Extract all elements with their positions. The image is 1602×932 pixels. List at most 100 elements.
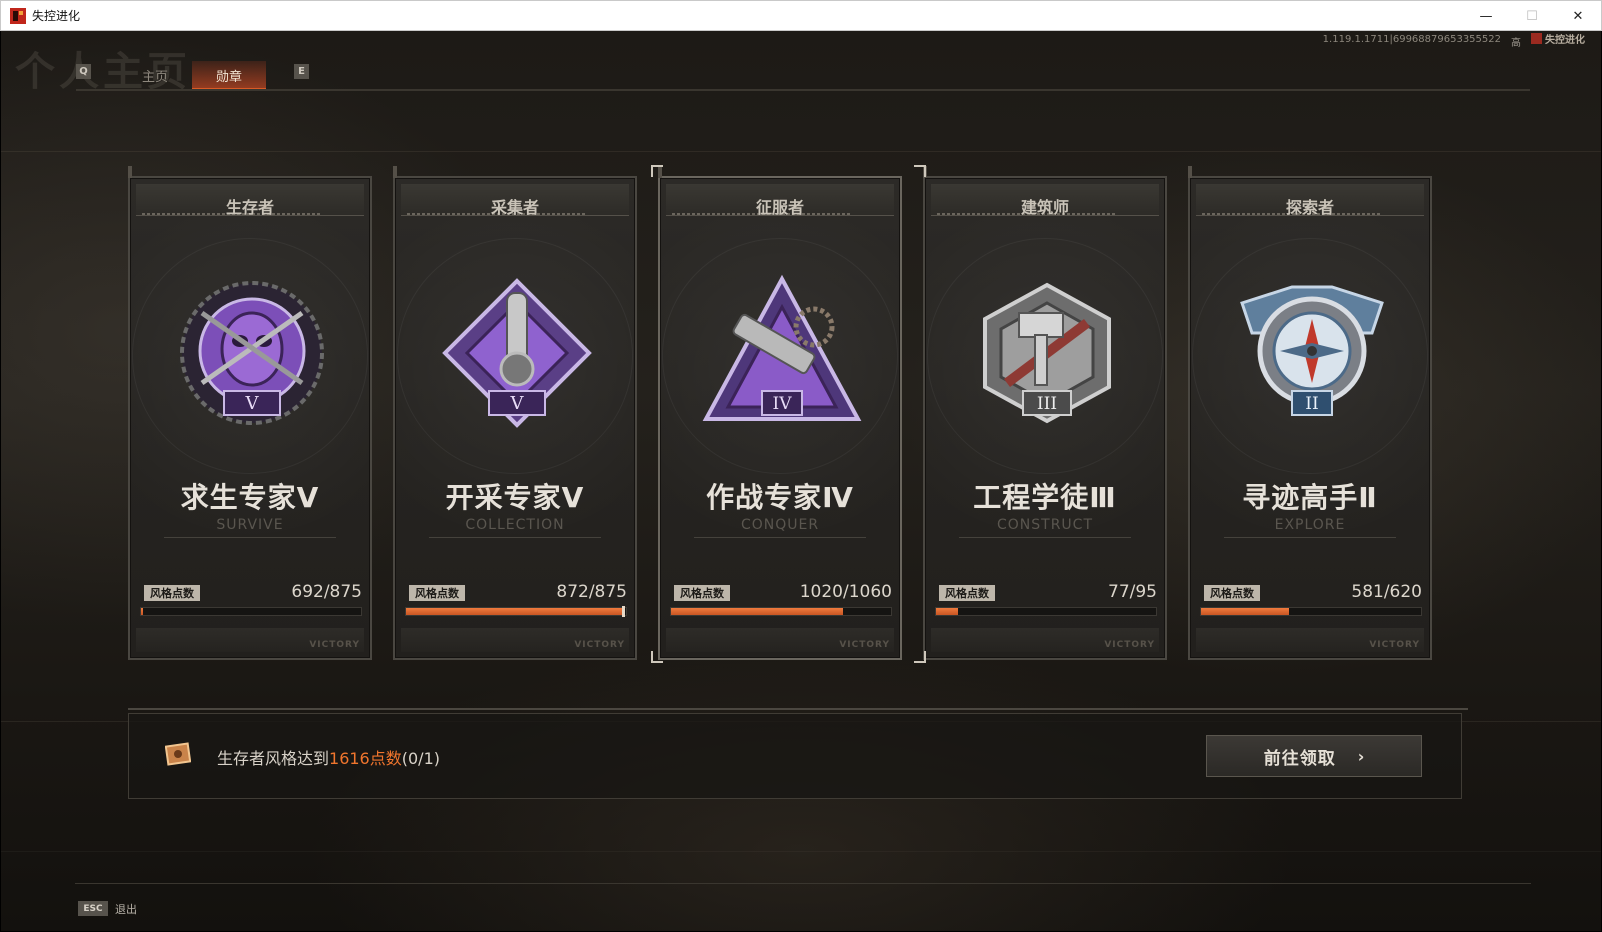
points-label: 风格点数: [674, 585, 730, 601]
card-footer-text: VICTORY: [1104, 640, 1155, 650]
svg-text:V: V: [510, 393, 525, 414]
esc-key[interactable]: ESC: [78, 901, 108, 916]
medal-icon: II: [1232, 273, 1392, 443]
progress-fill: [406, 606, 625, 617]
version-info: 1.119.1.1711|69968879653355522: [1322, 34, 1501, 45]
progress-fill: [936, 608, 958, 615]
card-footer-text: VICTORY: [574, 640, 625, 650]
prev-tab-key[interactable]: Q: [76, 64, 91, 79]
card-en-label: CONQUER: [740, 517, 820, 533]
card-header: 采集者: [401, 184, 629, 217]
card-role: 征服者: [755, 198, 804, 217]
selection-corner: [651, 165, 663, 177]
points-label: 风格点数: [409, 585, 465, 601]
card-role: 采集者: [490, 198, 539, 217]
points-label: 风格点数: [144, 585, 200, 601]
card-role: 建筑师: [1020, 198, 1069, 217]
card-en-label: EXPLORE: [1274, 517, 1346, 533]
card-name: 求生专家Ⅴ: [180, 481, 320, 514]
tab-home[interactable]: 主页: [118, 61, 192, 89]
card-header: 生存者: [136, 184, 364, 217]
points-label: 风格点数: [1204, 585, 1260, 601]
task-text-after: (0/1): [401, 749, 440, 768]
card-en-label: COLLECTION: [465, 517, 565, 533]
progress-fill: [141, 608, 144, 615]
claim-button-label: 前往领取: [1263, 748, 1336, 769]
card-footer-text: VICTORY: [1369, 640, 1420, 650]
card-en-label: CONSTRUCT: [996, 517, 1093, 533]
progress-fill: [671, 608, 843, 615]
points-label: 风格点数: [939, 585, 995, 601]
medal-icon: IV: [702, 273, 862, 443]
tab-underline: [76, 89, 1530, 91]
medal-card-explorer[interactable]: 探索者 II 寻迹高手Ⅱ EXPLORE 风格点数 581/620 VICTOR…: [1188, 166, 1432, 660]
card-role: 探索者: [1285, 198, 1334, 217]
points-value: 581/620: [1351, 582, 1422, 602]
task-divider: [128, 708, 1468, 710]
task-description: 生存者风格达到1616点数(0/1): [217, 745, 440, 769]
game-logo: 失控进化: [1531, 31, 1585, 46]
chevron-right-icon: ›: [1357, 746, 1365, 766]
selection-corner: [914, 651, 926, 663]
maximize-icon[interactable]: ☐: [1509, 1, 1555, 31]
progress-bar: [405, 606, 627, 617]
card-footer: VICTORY: [1196, 628, 1424, 652]
points-value: 872/875: [556, 582, 627, 602]
medal-icon: III: [967, 273, 1127, 443]
minimize-icon[interactable]: —: [1463, 1, 1509, 31]
logo-icon: [1531, 33, 1542, 44]
selection-corner: [651, 651, 663, 663]
medal-icon: V: [172, 273, 332, 443]
card-en-label: SURVIVE: [216, 517, 284, 533]
selection-corner: [914, 165, 926, 177]
points-value: 1020/1060: [799, 582, 892, 602]
svg-text:III: III: [1037, 394, 1057, 414]
tab-bar: Q 主页 勋章 E: [76, 61, 1530, 91]
svg-text:IV: IV: [773, 394, 793, 414]
next-tab-key[interactable]: E: [294, 64, 309, 79]
card-header: 探索者: [1196, 184, 1424, 217]
svg-text:II: II: [1305, 394, 1318, 414]
task-box-icon: [164, 741, 192, 767]
game-viewport: 个人主页 1.119.1.1711|69968879653355522 高 失控…: [1, 31, 1601, 931]
window-controls: — ☐ ✕: [1463, 1, 1601, 31]
progress-bar: [140, 607, 362, 616]
card-footer: VICTORY: [931, 628, 1159, 652]
points-value: 692/875: [291, 582, 362, 602]
window-title: 失控进化: [32, 9, 81, 23]
app-icon: [10, 7, 26, 24]
card-name: 寻迹高手Ⅱ: [1242, 481, 1378, 514]
medal-card-architect[interactable]: 建筑师 III 工程学徒Ⅲ CONSTRUCT 风格点数 77/95 VICTO…: [923, 166, 1167, 660]
progress-tick: [621, 606, 625, 617]
card-footer: VICTORY: [136, 628, 364, 652]
task-panel: 生存者风格达到1616点数(0/1) 前往领取 ›: [128, 713, 1462, 799]
progress-bar: [935, 607, 1157, 616]
close-icon[interactable]: ✕: [1555, 1, 1601, 31]
medal-icon: V: [437, 273, 597, 443]
progress-bar: [1200, 607, 1422, 616]
card-footer: VICTORY: [666, 628, 894, 652]
card-header: 征服者: [666, 184, 894, 217]
card-divider: [429, 537, 601, 538]
card-footer-text: VICTORY: [309, 640, 360, 650]
claim-button[interactable]: 前往领取 ›: [1206, 735, 1422, 777]
logo-text: 失控进化: [1545, 35, 1585, 46]
card-name: 工程学徒Ⅲ: [973, 481, 1117, 514]
medal-card-conqueror[interactable]: 征服者 IV 作战专家Ⅳ CONQUER 风格点数 1020/1060 VICT…: [658, 166, 902, 660]
card-divider: [164, 537, 336, 538]
medal-card-survivor[interactable]: 生存者 V 求生专家Ⅴ SURVIVE 风格点数 692/875 VICTORY: [128, 166, 372, 660]
task-text-before: 生存者风格达到: [217, 749, 330, 768]
card-footer: VICTORY: [401, 628, 629, 652]
card-header: 建筑师: [931, 184, 1159, 217]
svg-text:V: V: [245, 393, 260, 414]
footer-divider: [75, 883, 1531, 884]
exit-label[interactable]: 退出: [115, 901, 137, 917]
medal-card-gatherer[interactable]: 采集者 V 开采专家Ⅴ COLLECTION 风格点数 872/875 VICT…: [393, 166, 637, 660]
card-divider: [1224, 537, 1396, 538]
card-divider: [694, 537, 866, 538]
card-divider: [959, 537, 1131, 538]
card-name: 开采专家Ⅴ: [445, 481, 585, 514]
card-role: 生存者: [225, 198, 274, 217]
card-footer-text: VICTORY: [839, 640, 890, 650]
tab-medals[interactable]: 勋章: [192, 61, 266, 91]
